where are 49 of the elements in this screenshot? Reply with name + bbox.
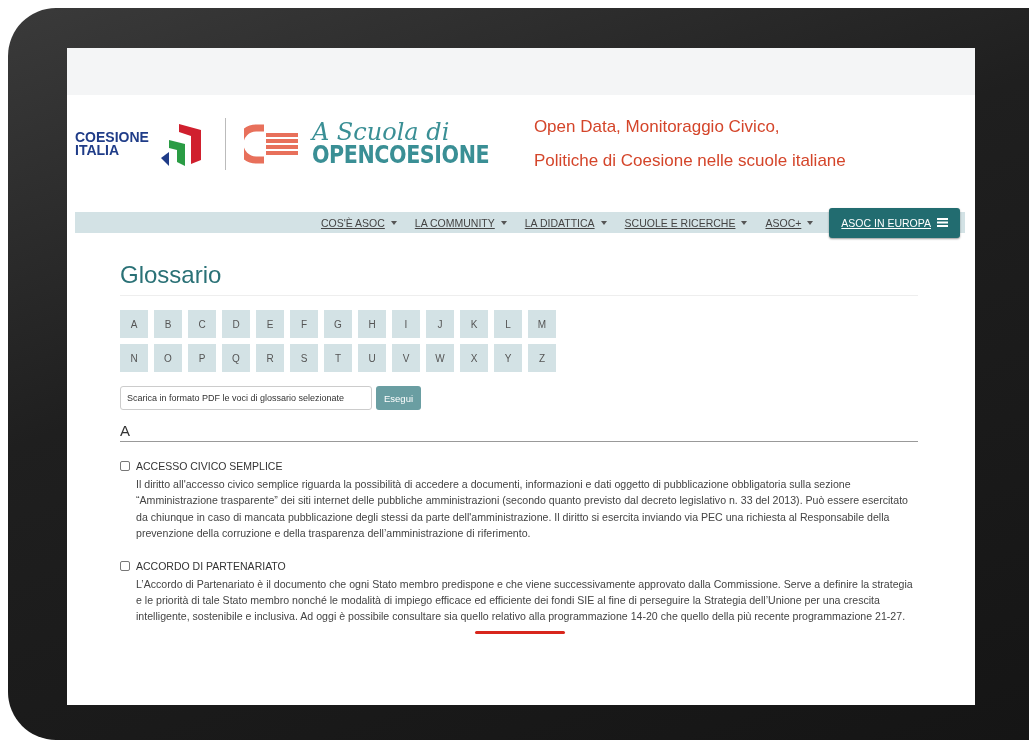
letter-link[interactable]: D (222, 310, 250, 338)
letter-link[interactable]: U (358, 344, 386, 372)
term-title: ACCORDO DI PARTENARIATO (136, 559, 286, 572)
letter-link[interactable]: V (392, 344, 420, 372)
nav-link[interactable]: ASOC IN EUROPA (829, 207, 960, 238)
letter-link[interactable]: L (494, 310, 522, 338)
letter-link[interactable]: Q (222, 344, 250, 372)
letter-link[interactable]: X (460, 344, 488, 372)
brand-name-text: OPENCOESIONE (311, 143, 490, 167)
letter-link[interactable]: K (460, 310, 488, 338)
book-logo-icon (243, 124, 300, 164)
letter-link[interactable]: M (528, 310, 556, 338)
letter-link[interactable]: B (154, 310, 182, 338)
letter-link[interactable]: P (188, 344, 216, 372)
input-field[interactable]: Scarica in formato PDF le voci di glossario selezionate (120, 386, 372, 410)
brand-text: COESIONE (75, 131, 149, 144)
term-definition: L’Accordo di Partenariato è il documento che ogni Stato membro predispone e che viene successivamente approvato dalla Commissione. Serve a definire la strategia e le priorità di tale Stato membro nonché le modalità di impiego efficace ed efficiente dei fondi SIE al fine di perseguire la Strategia dell’Unione per una crescita intelligente, sostenibile e inclusiva. Ad oggi è possibile consultare sia quello relativo alla programmazione 14-20 che quello della più recente programmazione 21-27. (136, 576, 914, 625)
letter-link[interactable]: E (256, 310, 284, 338)
nav-link[interactable]: SCUOLE E RICERCHE (622, 216, 750, 229)
brand-text: ITALIA (75, 144, 121, 157)
nav-link[interactable]: COS'È ASOC (318, 216, 399, 229)
letter-link[interactable]: A (120, 310, 148, 338)
letter-link[interactable]: S (290, 344, 318, 372)
term-definition: Il diritto all'accesso civico semplice riguarda la possibilità di accedere a documenti, informazioni e dati oggetto di pubblicazione obbligatoria sulla sezione “Amministrazione trasparente” dei siti internet delle pubbliche amministrazioni (secondo quanto previsto dal decreto legislativo n. 33 del 2013). Può essere esercitato da chiunque in caso di mancata pubblicazione degli stessi da parte dell'amministrazione. Il diritto si esercita inviando via PEC una richiesta al Responsabile della prevenzione della corruzione e della trasparenza dell’amministrazione di riferimento. (136, 477, 909, 542)
tagline-text: Politiche di Coesione nelle scuole italiane (533, 150, 846, 172)
letter-link[interactable]: C (188, 310, 216, 338)
letter-link[interactable]: I (392, 310, 420, 338)
letter-link[interactable]: N (120, 344, 148, 372)
letter-link[interactable]: J (426, 310, 454, 338)
letter-link[interactable]: F (290, 310, 318, 338)
letter-link[interactable]: H (358, 310, 386, 338)
letter-link[interactable]: Y (494, 344, 522, 372)
section-heading: A (120, 422, 918, 442)
tagline-text: Open Data, Monitoraggio Civico, (533, 116, 781, 138)
letter-link[interactable]: Z (528, 344, 556, 372)
checkbox[interactable] (120, 560, 130, 571)
brand-script-text: A Scuola di (311, 121, 450, 143)
letter-link[interactable]: W (426, 344, 454, 372)
menu-icon (937, 218, 948, 227)
checkbox[interactable] (120, 461, 130, 471)
letter-link[interactable]: G (324, 310, 352, 338)
letter-link[interactable]: R (256, 344, 284, 372)
nav-link[interactable]: ASOC+ (763, 216, 816, 229)
page-title: Glossario (120, 261, 918, 296)
nav-link[interactable]: LA DIDATTICA (522, 216, 609, 229)
nav-link[interactable]: LA COMMUNITY (412, 216, 509, 229)
letter-link[interactable]: T (324, 344, 352, 372)
term-title: ACCESSO CIVICO SEMPLICE (136, 460, 283, 472)
letter-link[interactable]: O (154, 344, 182, 372)
